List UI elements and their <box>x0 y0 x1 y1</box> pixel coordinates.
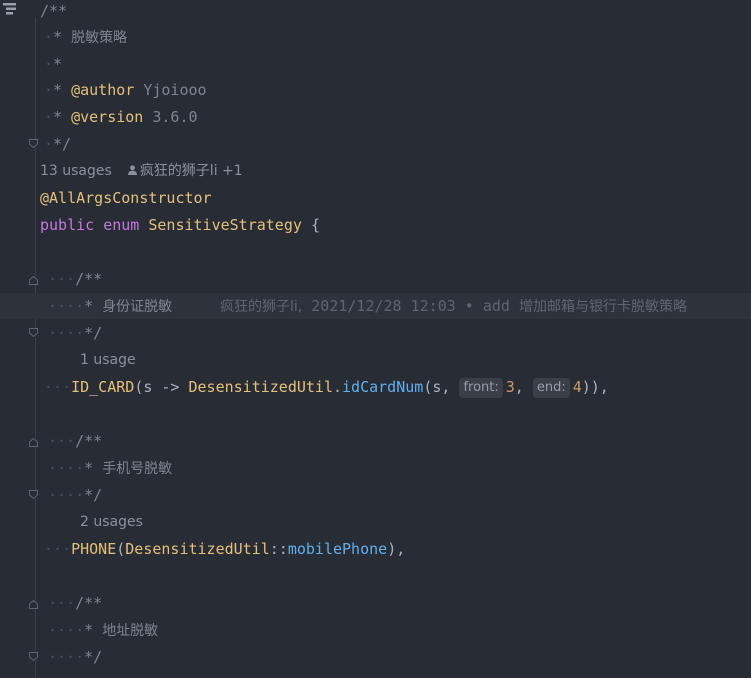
code-line: ····*/ <box>48 648 103 666</box>
number-literal: 3 <box>505 378 515 396</box>
code-line: /** <box>0 0 751 24</box>
enum-constant: PHONE <box>71 540 117 558</box>
code-line: ····* 手机号脱敏 <box>48 459 173 477</box>
git-blame-inline[interactable]: 疯狂的狮子li, 2021/12/28 12:03 • add 增加邮箱与银行卡… <box>220 293 687 320</box>
usages-hint[interactable]: 2 usages <box>80 509 143 535</box>
code-line: ·*/ <box>44 135 72 153</box>
version-value: 3.6.0 <box>152 108 198 126</box>
blame-separator: • <box>464 297 474 315</box>
code-line: ···PHONE(DesensitizedUtil::mobilePhone), <box>44 540 406 558</box>
doc-comment-text: 手机号脱敏 <box>102 461 173 477</box>
code-line: ···/** <box>48 432 103 450</box>
fold-end-icon[interactable] <box>29 490 38 499</box>
doc-comment-open: /** <box>75 270 103 288</box>
number-literal: 4 <box>572 378 582 396</box>
code-line: ····* 地址脱敏 <box>48 621 159 639</box>
doc-comment-open: /** <box>75 594 103 612</box>
fold-end-icon[interactable] <box>29 328 38 337</box>
whitespace-dot: · <box>44 28 54 46</box>
code-editor[interactable]: /** ·* 脱敏策略 ·* ·* @author Yjoiooo ·* @ve… <box>0 0 751 678</box>
code-author[interactable]: 疯狂的狮子li +1 <box>140 163 243 179</box>
code-line: ···/** <box>48 594 103 612</box>
class-reference: DesensitizedUtil <box>188 378 334 396</box>
code-line: ···ID_CARD(s -> DesensitizedUtil.idCardN… <box>44 378 609 398</box>
code-line: public enum SensitiveStrategy { <box>0 212 751 238</box>
fold-end-icon[interactable] <box>29 652 38 661</box>
method-reference: mobilePhone <box>287 540 388 558</box>
doc-comment-star: * <box>84 297 94 315</box>
code-line: ·* @version 3.6.0 <box>44 108 198 126</box>
doc-comment-star: * <box>53 81 63 99</box>
usages-hint[interactable]: 13 usages 疯狂的狮子li +1 <box>40 158 243 184</box>
code-line: ····*/ <box>48 486 103 504</box>
open-brace: { <box>310 216 320 234</box>
doc-comment-open: /** <box>40 2 68 20</box>
blame-author: 疯狂的狮子li, <box>220 299 303 315</box>
doc-comment-star: * <box>53 55 63 73</box>
doc-comment-close: */ <box>84 486 103 504</box>
code-line: ···/** <box>48 270 103 288</box>
class-reference: DesensitizedUtil <box>125 540 270 558</box>
user-icon <box>127 165 137 175</box>
blame-message: 增加邮箱与银行卡脱敏策略 <box>518 299 687 315</box>
version-tag: @version <box>71 108 144 126</box>
usages-hint[interactable]: 1 usage <box>80 347 136 373</box>
code-line: ····*/ <box>48 324 103 342</box>
usages-count[interactable]: 13 usages <box>40 163 112 179</box>
doc-comment-close: */ <box>84 324 103 342</box>
doc-comment-star: * <box>53 28 63 46</box>
author-value: Yjoiooo <box>143 81 207 99</box>
parameter-hint-front: front: <box>459 378 503 398</box>
doc-comment-text: 地址脱敏 <box>102 623 159 639</box>
doc-comment-close: */ <box>53 135 72 153</box>
doc-comment-close: */ <box>84 648 103 666</box>
enum-name: SensitiveStrategy <box>148 216 302 234</box>
code-line: @AllArgsConstructor <box>0 185 751 211</box>
doc-comment-title: 脱敏策略 <box>71 30 128 46</box>
annotation: @AllArgsConstructor <box>40 189 212 207</box>
doc-comment-star: * <box>84 621 94 639</box>
doc-comment-star: * <box>84 459 94 477</box>
doc-comment-text: 身份证脱敏 <box>102 299 173 315</box>
author-tag: @author <box>71 81 135 99</box>
fold-end-icon[interactable] <box>29 139 38 148</box>
doc-comment-star: * <box>53 108 63 126</box>
method-call: idCardNum <box>342 378 424 396</box>
modifier-keyword: public <box>40 216 95 234</box>
blame-action: add <box>482 297 510 315</box>
current-line: ····* 身份证脱敏 疯狂的狮子li, 2021/12/28 12:03 • … <box>0 293 751 319</box>
code-line: ·* @author Yjoiooo <box>44 81 207 99</box>
enum-keyword: enum <box>103 216 140 234</box>
parameter-hint-end: end: <box>532 378 570 398</box>
enum-constant: ID_CARD <box>71 378 135 396</box>
doc-comment-open: /** <box>75 432 103 450</box>
code-line: ·* 脱敏策略 <box>0 24 751 50</box>
blame-time: 2021/12/28 12:03 <box>311 297 456 315</box>
code-line: ·* <box>44 55 63 73</box>
